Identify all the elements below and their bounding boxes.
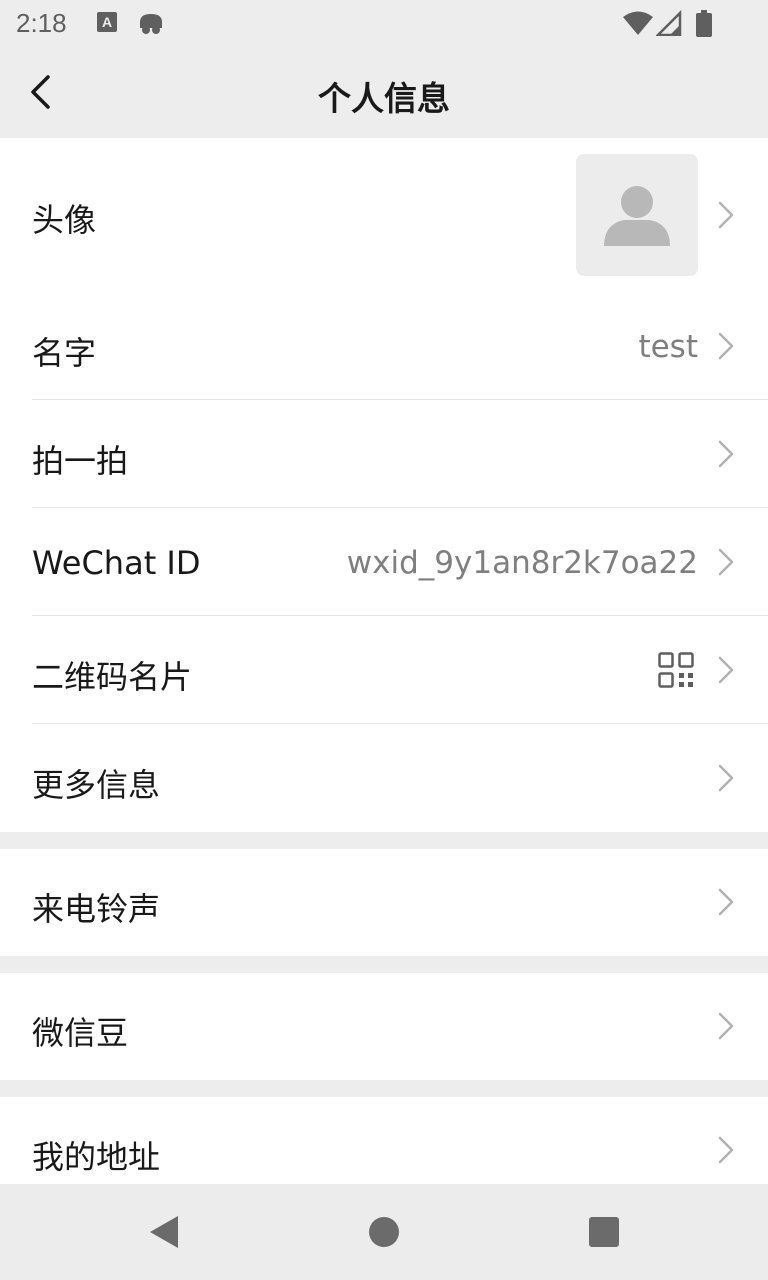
avatar-label: 头像 — [32, 201, 97, 239]
recents-square-icon — [589, 1217, 619, 1247]
beans-label: 微信豆 — [32, 1014, 129, 1052]
name-value: test — [638, 329, 698, 365]
chevron-right-icon — [718, 548, 734, 576]
battery-icon — [696, 10, 712, 42]
signal-icon — [654, 9, 682, 40]
ringtone-row[interactable]: 来电铃声 — [0, 849, 768, 956]
chevron-right-icon — [718, 440, 734, 468]
qr-code-icon — [658, 652, 694, 688]
name-label: 名字 — [32, 334, 97, 372]
chevron-right-icon — [718, 1012, 734, 1040]
beans-row[interactable]: 微信豆 — [0, 973, 768, 1080]
qr-code-label: 二维码名片 — [32, 658, 193, 696]
chevron-right-icon — [718, 888, 734, 916]
more-info-label: 更多信息 — [32, 766, 161, 804]
name-row[interactable]: 名字 test — [0, 292, 768, 400]
pat-label: 拍一拍 — [32, 442, 129, 480]
wechat-id-row[interactable]: WeChat ID wxid_9y1an8r2k7oa22 — [0, 508, 768, 616]
notification-a-icon: A — [96, 10, 118, 38]
chevron-right-icon — [718, 332, 734, 360]
nav-home-button[interactable] — [364, 1212, 404, 1252]
pat-row[interactable]: 拍一拍 — [0, 400, 768, 508]
header: 个人信息 — [0, 48, 768, 138]
ringtone-group: 来电铃声 — [0, 849, 768, 956]
address-label: 我的地址 — [32, 1138, 161, 1176]
address-row[interactable]: 我的地址 — [0, 1097, 768, 1184]
chevron-right-icon — [718, 1136, 734, 1164]
beans-group: 微信豆 — [0, 973, 768, 1080]
back-triangle-icon — [150, 1216, 178, 1248]
wechat-id-value: wxid_9y1an8r2k7oa22 — [346, 545, 698, 581]
nav-back-button[interactable] — [144, 1212, 184, 1252]
profile-group: 头像 名字 test 拍一拍 WeChat ID wxid_9y1an8r2k7… — [0, 138, 768, 832]
avatar[interactable] — [576, 154, 698, 276]
status-bar: 2:18 A — [0, 0, 768, 48]
more-info-row[interactable]: 更多信息 — [0, 724, 768, 832]
wifi-icon — [622, 10, 654, 40]
system-nav-bar — [0, 1184, 768, 1280]
chevron-right-icon — [718, 656, 734, 684]
chevron-right-icon — [718, 764, 734, 792]
status-time: 2:18 — [16, 8, 67, 38]
default-avatar-icon — [604, 186, 670, 246]
qr-code-row[interactable]: 二维码名片 — [0, 616, 768, 724]
avatar-row[interactable]: 头像 — [0, 138, 768, 292]
home-circle-icon — [369, 1217, 399, 1247]
wechat-id-label: WeChat ID — [32, 544, 201, 582]
ringtone-label: 来电铃声 — [32, 890, 161, 928]
nav-recents-button[interactable] — [584, 1212, 624, 1252]
address-group: 我的地址 — [0, 1097, 768, 1184]
android-icon — [136, 10, 166, 40]
svg-text:A: A — [102, 14, 112, 30]
page-title: 个人信息 — [318, 79, 450, 118]
chevron-right-icon — [718, 201, 734, 229]
